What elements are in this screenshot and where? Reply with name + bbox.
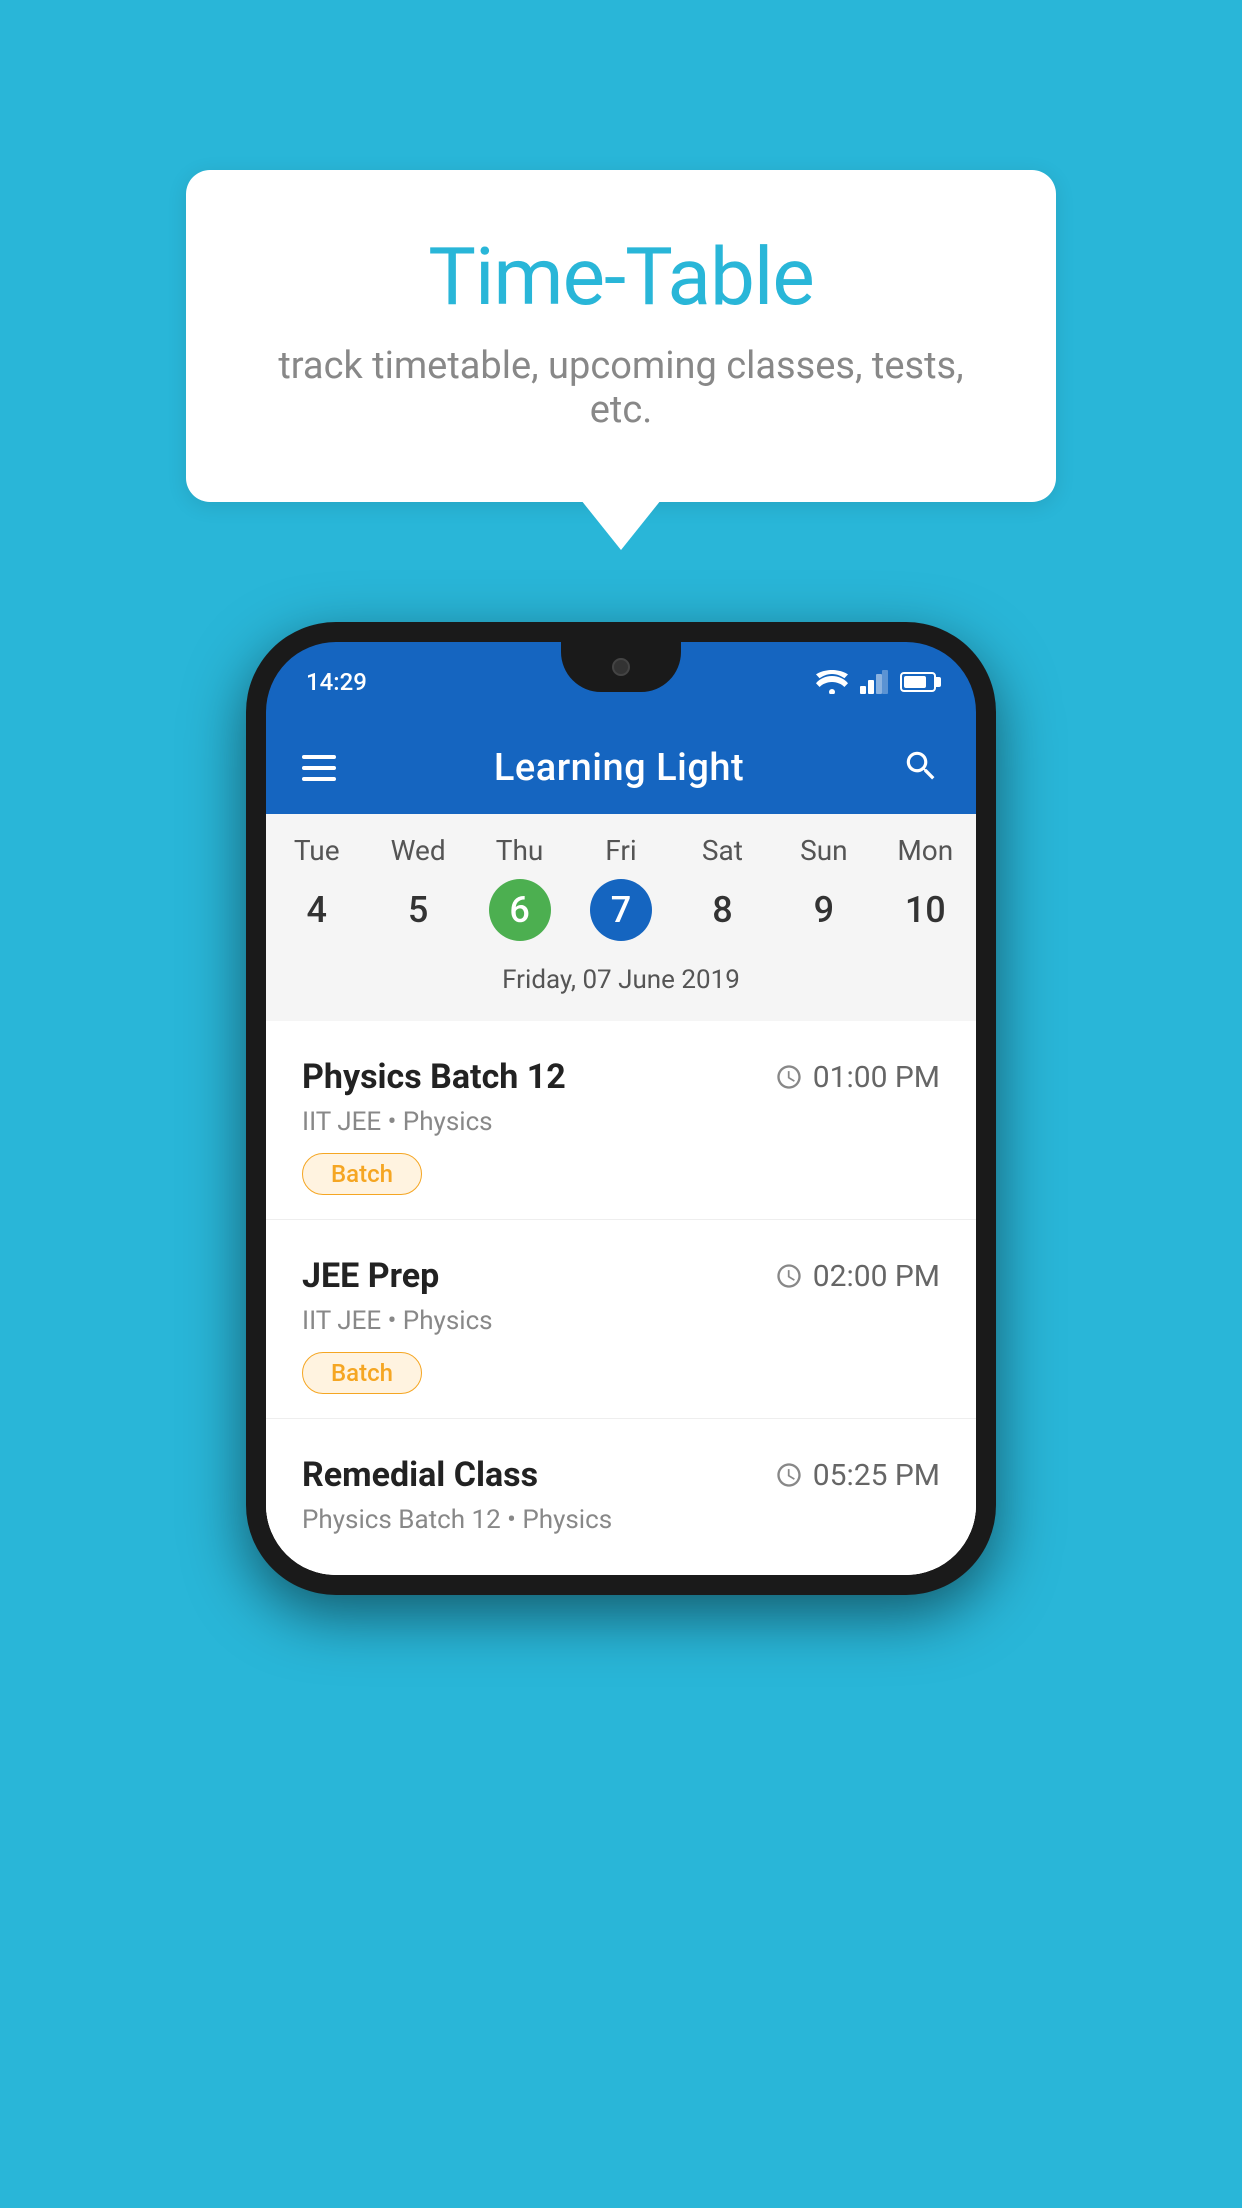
schedule-item-2-header: JEE Prep 02:00 PM [302,1256,940,1296]
schedule-item-3-header: Remedial Class 05:25 PM [302,1455,940,1495]
phone-notch [561,642,681,692]
day-header-fri: Fri [570,834,671,867]
day-header-wed: Wed [367,834,468,867]
day-9[interactable]: 9 [773,877,874,943]
hamburger-menu-icon[interactable] [302,755,336,781]
phone-shell: 14:29 [246,622,996,1595]
tooltip-title: Time-Table [266,230,976,324]
schedule-meta-1: IIT JEE • Physics [302,1107,940,1137]
search-button[interactable] [902,747,940,789]
schedule-time-1: 01:00 PM [775,1060,940,1095]
wifi-icon [816,670,848,694]
calendar-strip: Tue Wed Thu Fri Sat Sun Mon 4 5 6 7 8 9 … [266,814,976,1021]
schedule-name-1: Physics Batch 12 [302,1057,566,1097]
schedule-name-3: Remedial Class [302,1455,538,1495]
clock-icon-1 [775,1063,803,1091]
clock-icon-3 [775,1461,803,1489]
schedule-item-1[interactable]: Physics Batch 12 01:00 PM IIT JEE • Phys… [266,1021,976,1220]
day-headers: Tue Wed Thu Fri Sat Sun Mon [266,834,976,867]
status-time: 14:29 [306,668,367,696]
schedule-item-2[interactable]: JEE Prep 02:00 PM IIT JEE • Physics Batc… [266,1220,976,1419]
schedule-meta-3: Physics Batch 12 • Physics [302,1505,940,1535]
batch-tag-1: Batch [302,1153,422,1195]
status-bar: 14:29 [266,642,976,722]
day-header-mon: Mon [875,834,976,867]
batch-tag-2: Batch [302,1352,422,1394]
day-header-sat: Sat [672,834,773,867]
phone-wrapper: 14:29 [246,622,996,1595]
day-header-thu: Thu [469,834,570,867]
schedule-time-2: 02:00 PM [775,1259,940,1294]
day-8[interactable]: 8 [672,877,773,943]
day-header-sun: Sun [773,834,874,867]
day-header-tue: Tue [266,834,367,867]
day-7-selected[interactable]: 7 [590,879,652,941]
schedule-item-1-header: Physics Batch 12 01:00 PM [302,1057,940,1097]
day-numbers: 4 5 6 7 8 9 10 [266,877,976,943]
selected-date: Friday, 07 June 2019 [266,957,976,1011]
schedule-item-3[interactable]: Remedial Class 05:25 PM Physics Batch 12… [266,1419,976,1575]
tooltip-card: Time-Table track timetable, upcoming cla… [186,170,1056,502]
day-6-today[interactable]: 6 [489,879,551,941]
phone-screen: Learning Light Tue Wed Thu Fri Sat Sun M… [266,722,976,1575]
schedule-time-3: 05:25 PM [775,1458,940,1493]
tooltip-subtitle: track timetable, upcoming classes, tests… [266,344,976,432]
schedule-name-2: JEE Prep [302,1256,439,1296]
clock-icon-2 [775,1262,803,1290]
status-icons [816,670,936,694]
schedule-list: Physics Batch 12 01:00 PM IIT JEE • Phys… [266,1021,976,1575]
camera-dot [612,658,630,676]
app-title: Learning Light [494,746,744,790]
day-5[interactable]: 5 [367,877,468,943]
signal-icon [860,670,888,694]
day-10[interactable]: 10 [875,877,976,943]
day-4[interactable]: 4 [266,877,367,943]
app-header: Learning Light [266,722,976,814]
battery-icon [900,672,936,692]
schedule-meta-2: IIT JEE • Physics [302,1306,940,1336]
